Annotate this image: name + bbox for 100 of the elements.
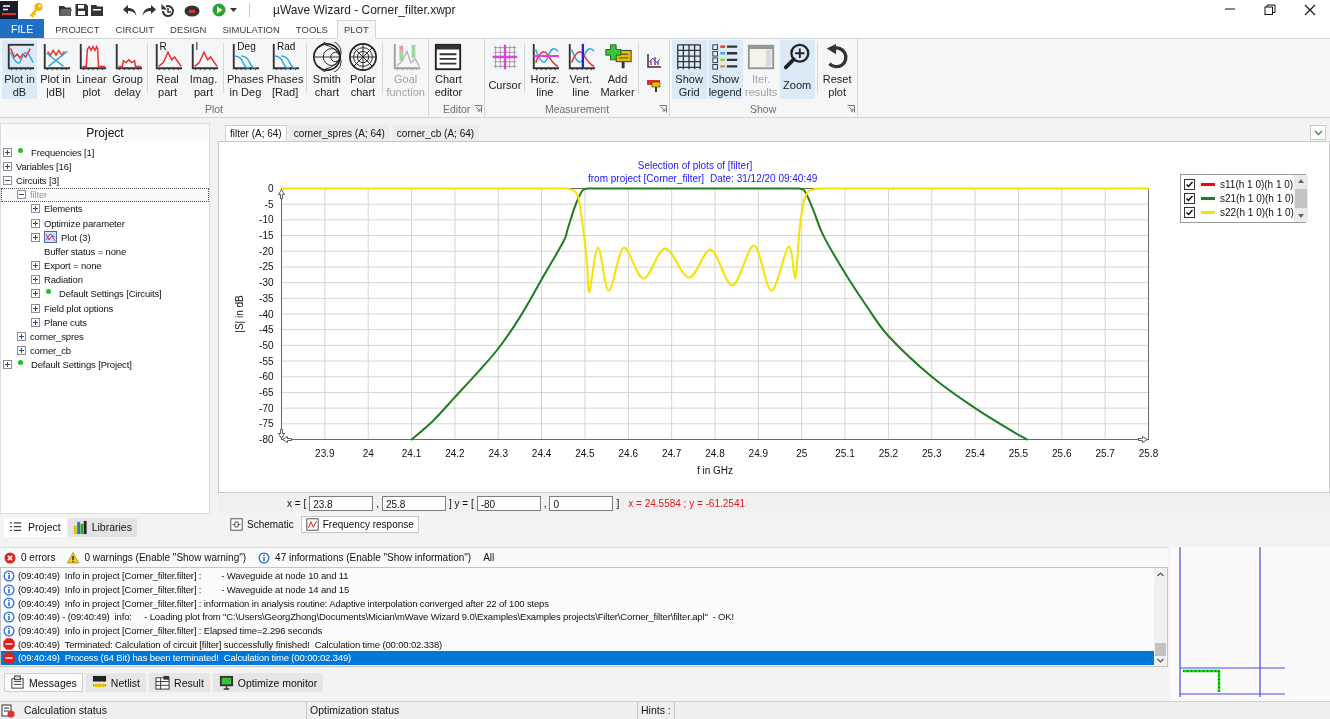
warning-filter-button[interactable]: 0 warnings (Enable "Show warning") — [67, 551, 247, 564]
show-legend-button[interactable]: Show legend — [707, 40, 743, 99]
expand-icon[interactable] — [17, 346, 26, 356]
message-row[interactable]: (09:40:49) Info in project [Corner_filter.filter] : - Waveguide at node 14 and 15 — [1, 582, 1154, 597]
tree-item[interactable]: Frequencies [1] — [3, 145, 95, 160]
dialog-launcher-icon[interactable] — [474, 105, 483, 113]
checkbox[interactable] — [1184, 178, 1195, 190]
expand-icon[interactable] — [31, 275, 40, 285]
tree-item[interactable]: Buffer status = none — [31, 244, 127, 259]
checkbox[interactable] — [1184, 192, 1195, 204]
info-filter-button[interactable]: 47 informations (Enable "Show information") — [258, 551, 472, 564]
message-row[interactable]: (09:40:49) Info in project [Corner_filter.filter] : - Waveguide at node 10 and 11 — [1, 569, 1154, 583]
scrollbar[interactable] — [1293, 175, 1308, 222]
dialog-launcher-icon[interactable] — [658, 105, 667, 113]
axis-handle-icon[interactable] — [1138, 436, 1148, 443]
ribbon-tab[interactable]: CIRCUIT — [108, 20, 162, 38]
tree-item[interactable]: corner_cb — [17, 343, 71, 358]
imag-part-button[interactable]: I Imag. part — [186, 40, 221, 99]
document-tab[interactable]: corner_cb (A; 64) — [391, 125, 480, 141]
panel-tab[interactable]: Project — [4, 517, 66, 537]
tree-item[interactable]: Default Settings [Project] — [3, 357, 132, 372]
collapse-icon[interactable] — [3, 175, 12, 185]
range-input-field[interactable]: 25.8 — [381, 495, 446, 511]
expand-icon[interactable] — [31, 218, 40, 228]
horizontal-line-button[interactable]: Horiz. line — [527, 40, 563, 99]
ribbon-tab[interactable]: SIMULATION — [215, 20, 287, 38]
message-row[interactable]: (09:40:49) - (09:40:49) info: - Loading plot from "C:\Users\GeorgZhong\Documents\Mician\mWave Wizard 9.0\Examples\Examples projects\Filter\Corner_filter\filter.apl" - OK! — [1, 610, 1154, 624]
expand-icon[interactable] — [3, 360, 12, 370]
smith-chart-button[interactable]: Smith chart — [309, 40, 345, 99]
plot-in-db-button[interactable]: Plot in dB — [2, 40, 37, 99]
document-tab[interactable]: filter (A; 64) — [225, 125, 287, 141]
message-row[interactable]: (09:40:49) Process (64 Bit) has been terminated! Calculation time (00:00:02.349) — [1, 651, 1154, 665]
range-input-field[interactable]: 23.8 — [309, 495, 374, 511]
vertical-line-button[interactable]: Vert. line — [563, 40, 599, 99]
real-part-button[interactable]: R Real part — [150, 40, 185, 99]
ribbon-tab[interactable]: DESIGN — [163, 20, 214, 38]
tree-item[interactable]: Export = none — [31, 258, 102, 273]
caret-icon[interactable] — [230, 8, 237, 12]
show-grid-button[interactable]: Show Grid — [671, 40, 707, 99]
expand-icon[interactable] — [31, 303, 40, 313]
tree-item[interactable]: Optimize parameter — [31, 215, 125, 231]
tree-item[interactable]: Plane cuts — [31, 315, 87, 330]
view-tab[interactable]: Frequency response — [300, 515, 419, 533]
phases-deg-button[interactable]: Deg Phases in Deg — [226, 40, 265, 99]
cursor-button[interactable]: Cursor — [487, 40, 523, 99]
tree-item[interactable]: Default Settings [Circuits] — [31, 286, 162, 302]
expand-icon[interactable] — [31, 317, 40, 327]
tree-item[interactable]: Radiation — [31, 272, 83, 287]
panel-tab[interactable]: Messages — [4, 673, 83, 692]
zoom-button[interactable]: Zoom — [779, 40, 815, 99]
tree-item[interactable]: Plot (3) — [31, 230, 91, 245]
dome-icon[interactable] — [184, 3, 200, 17]
ribbon-tab[interactable]: PROJECT — [48, 20, 107, 38]
expand-icon[interactable] — [17, 332, 26, 342]
view-tab[interactable]: Schematic — [225, 515, 299, 533]
error-filter-button[interactable]: 0 errors — [4, 551, 56, 564]
range-input-field[interactable]: -80 — [476, 495, 541, 511]
expand-icon[interactable] — [31, 261, 40, 271]
axis-handle-icon[interactable] — [278, 189, 285, 199]
save-icon[interactable] — [75, 3, 88, 17]
tab-list-button[interactable] — [1310, 125, 1326, 140]
expand-icon[interactable] — [3, 147, 12, 157]
document-tab[interactable]: corner_spres (A; 64) — [288, 125, 390, 141]
tree-item[interactable]: Elements — [31, 201, 83, 216]
reset-plot-button[interactable]: Reset plot — [819, 40, 855, 99]
expand-icon[interactable] — [31, 289, 40, 299]
message-row[interactable]: (09:40:49) Info in project [Corner_filter.filter] : information in analysis routine: Adaptive interpolation converged after 22 of 100 steps — [1, 596, 1154, 611]
tree-item[interactable]: Field plot options — [31, 301, 114, 316]
folder-icon[interactable] — [58, 3, 72, 17]
ribbon-tab[interactable]: PLOT — [336, 20, 376, 39]
expand-icon[interactable] — [31, 232, 40, 242]
group-delay-button[interactable]: Group delay — [110, 40, 145, 99]
panel-tab[interactable]: Optimize monitor — [212, 673, 324, 692]
history-icon[interactable] — [160, 2, 175, 18]
folder-icon[interactable] — [90, 3, 104, 17]
expand-icon[interactable] — [3, 161, 12, 171]
message-row[interactable]: (09:40:49) Info in project [Corner_filter.filter] : Elapsed time=2.296 seconds — [1, 623, 1154, 638]
range-input-field[interactable]: 0 — [549, 495, 614, 511]
tree-item[interactable]: Variables [16] — [3, 159, 72, 174]
undo-icon[interactable] — [122, 3, 137, 17]
collapse-icon[interactable] — [17, 190, 26, 200]
linear-plot-button[interactable]: Linear plot — [74, 40, 109, 99]
add-marker-button[interactable]: Add Marker — [599, 40, 636, 99]
app-logo-icon[interactable] — [0, 1, 18, 19]
dialog-launcher-icon[interactable] — [846, 105, 855, 113]
redo-icon[interactable] — [142, 3, 157, 17]
tree-item[interactable]: Circuits [3] — [3, 173, 60, 188]
panel-tab[interactable]: Netlist — [85, 673, 147, 692]
phases-rad-button[interactable]: Rad Phases [Rad] — [265, 40, 305, 99]
scrollbar[interactable] — [1154, 568, 1167, 666]
plot-in-abs-db-button[interactable]: Plot in |dB| — [38, 40, 73, 99]
panel-tab[interactable]: Libraries — [67, 517, 137, 537]
checkbox[interactable] — [1184, 206, 1195, 218]
tree-item[interactable]: corner_spres — [17, 329, 84, 344]
message-row[interactable]: (09:40:49) Terminated: Calculation of circuit [filter] successfully finished! Calculation time (00:00:02.338) — [1, 637, 1154, 652]
all-filter-button[interactable]: All — [483, 552, 495, 563]
expand-icon[interactable] — [31, 204, 40, 214]
chart-editor-button[interactable]: Chart editor — [430, 40, 466, 99]
panel-tab[interactable]: Result — [149, 673, 210, 692]
ribbon-tab[interactable]: TOOLS — [288, 20, 335, 38]
